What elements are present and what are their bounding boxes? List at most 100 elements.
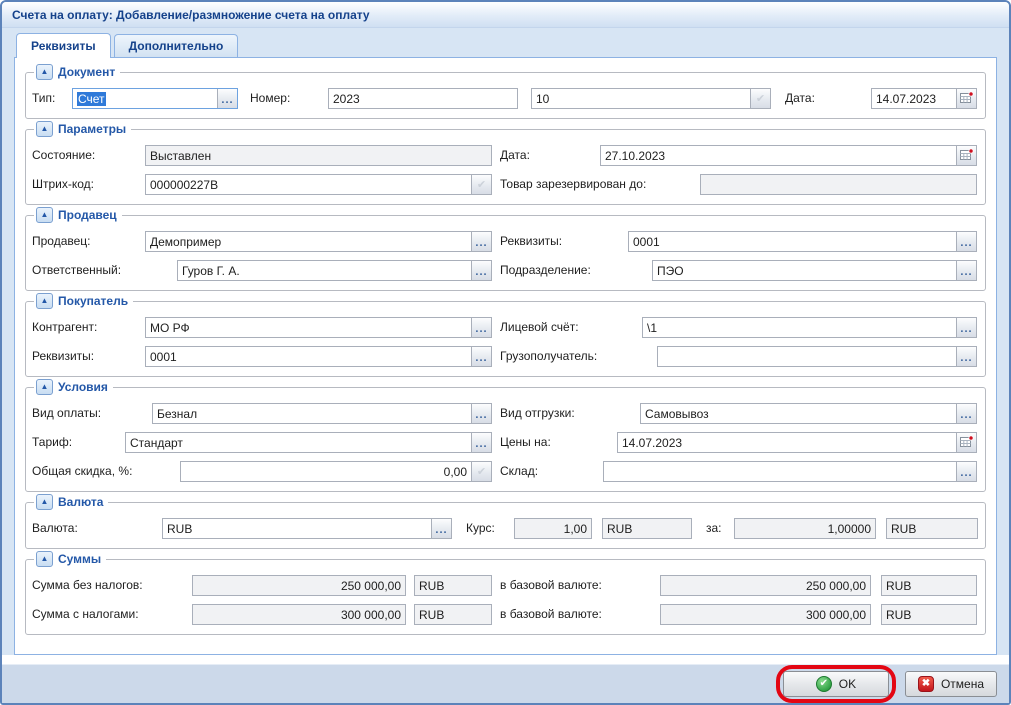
ok-check-icon: ✔ bbox=[816, 676, 832, 692]
payment-type-value: Безнал bbox=[153, 404, 471, 423]
prices-date-label: Цены на: bbox=[500, 435, 617, 449]
rate-field: 1,00 bbox=[514, 518, 592, 539]
consignee-lookup-button[interactable]: ... bbox=[956, 347, 976, 366]
doc-number2-value: 10 bbox=[532, 89, 750, 108]
button-bar: ✔ OK ✖ Отмена bbox=[2, 664, 1009, 703]
discount-apply-button[interactable]: ✔ bbox=[471, 462, 491, 481]
group-seller-legend: Продавец bbox=[58, 208, 117, 222]
tariff-field[interactable]: Стандарт ... bbox=[125, 432, 492, 453]
discount-field[interactable]: 0,00 ✔ bbox=[180, 461, 492, 482]
net-base-value: 250 000,00 bbox=[661, 576, 870, 595]
tariff-lookup-button[interactable]: ... bbox=[471, 433, 491, 452]
gross-base-currency: RUB bbox=[882, 605, 976, 624]
collapse-icon[interactable]: ▲ bbox=[36, 207, 53, 223]
reserved-field bbox=[700, 174, 977, 195]
tab-dopolnitelno[interactable]: Дополнительно bbox=[114, 34, 239, 57]
contragent-lookup-button[interactable]: ... bbox=[471, 318, 491, 337]
group-buyer-legend: Покупатель bbox=[58, 294, 128, 308]
doc-number-value: 2023 bbox=[329, 89, 517, 108]
collapse-icon[interactable]: ▲ bbox=[36, 64, 53, 80]
collapse-icon[interactable]: ▲ bbox=[36, 494, 53, 510]
ellipsis-icon: ... bbox=[475, 269, 487, 275]
currency-field[interactable]: RUB ... bbox=[162, 518, 452, 539]
seller-requisites-lookup-button[interactable]: ... bbox=[956, 232, 976, 251]
params-date-calendar-button[interactable] bbox=[956, 146, 976, 165]
contragent-field[interactable]: МО РФ ... bbox=[145, 317, 492, 338]
account-lookup-button[interactable]: ... bbox=[956, 318, 976, 337]
rate-label: Курс: bbox=[466, 521, 514, 535]
collapse-icon[interactable]: ▲ bbox=[36, 121, 53, 137]
warehouse-field[interactable]: ... bbox=[603, 461, 977, 482]
net-base-label: в базовой валюте: bbox=[500, 578, 660, 592]
ellipsis-icon: ... bbox=[475, 240, 487, 246]
ellipsis-icon: ... bbox=[475, 412, 487, 418]
tab-rekvizity[interactable]: Реквизиты bbox=[16, 33, 111, 58]
net-sum-currency: RUB bbox=[415, 576, 491, 595]
doc-date-calendar-button[interactable] bbox=[956, 89, 976, 108]
account-field[interactable]: \1 ... bbox=[642, 317, 977, 338]
params-date-field[interactable]: 27.10.2023 bbox=[600, 145, 977, 166]
shipment-type-lookup-button[interactable]: ... bbox=[956, 404, 976, 423]
tab-content-panel: ▲ Документ Тип: Счет ... Номер: 2023 10 … bbox=[14, 57, 997, 655]
payment-type-field[interactable]: Безнал ... bbox=[152, 403, 492, 424]
payment-type-lookup-button[interactable]: ... bbox=[471, 404, 491, 423]
consignee-value bbox=[658, 347, 956, 366]
calendar-icon bbox=[959, 435, 974, 449]
barcode-apply-button[interactable]: ✔ bbox=[471, 175, 491, 194]
warehouse-value bbox=[604, 462, 956, 481]
doc-type-lookup-button[interactable]: ... bbox=[217, 89, 237, 108]
gross-sum-currency: RUB bbox=[415, 605, 491, 624]
ellipsis-icon: ... bbox=[960, 240, 972, 246]
buyer-requisites-value: 0001 bbox=[146, 347, 471, 366]
currency-lookup-button[interactable]: ... bbox=[431, 519, 451, 538]
contragent-value: МО РФ bbox=[146, 318, 471, 337]
ellipsis-icon: ... bbox=[435, 527, 447, 533]
prices-date-calendar-button[interactable] bbox=[956, 433, 976, 452]
shipment-type-field[interactable]: Самовывоз ... bbox=[640, 403, 977, 424]
ok-button-label: OK bbox=[839, 677, 856, 691]
currency-value: RUB bbox=[163, 519, 431, 538]
title-bar[interactable]: Счета на оплату: Добавление/размножение … bbox=[2, 2, 1009, 28]
per-currency-value: RUB bbox=[887, 519, 977, 538]
tariff-label: Тариф: bbox=[32, 435, 125, 449]
responsible-lookup-button[interactable]: ... bbox=[471, 261, 491, 280]
division-field[interactable]: ПЭО ... bbox=[652, 260, 977, 281]
net-base-field: 250 000,00 bbox=[660, 575, 871, 596]
buyer-requisites-lookup-button[interactable]: ... bbox=[471, 347, 491, 366]
account-label: Лицевой счёт: bbox=[500, 320, 642, 334]
prices-date-field[interactable]: 14.07.2023 bbox=[617, 432, 977, 453]
cancel-button[interactable]: ✖ Отмена bbox=[905, 671, 997, 697]
collapse-icon[interactable]: ▲ bbox=[36, 551, 53, 567]
net-sum-label: Сумма без налогов: bbox=[32, 578, 192, 592]
check-icon: ✔ bbox=[477, 465, 486, 478]
seller-requisites-field[interactable]: 0001 ... bbox=[628, 231, 977, 252]
seller-field[interactable]: Демопример ... bbox=[145, 231, 492, 252]
collapse-icon[interactable]: ▲ bbox=[36, 293, 53, 309]
doc-number-field[interactable]: 2023 bbox=[328, 88, 518, 109]
shipment-type-value: Самовывоз bbox=[641, 404, 956, 423]
net-sum-currency-field: RUB bbox=[414, 575, 492, 596]
ok-button[interactable]: ✔ OK bbox=[783, 671, 889, 697]
group-document: ▲ Документ Тип: Счет ... Номер: 2023 10 … bbox=[25, 72, 986, 119]
seller-lookup-button[interactable]: ... bbox=[471, 232, 491, 251]
collapse-icon[interactable]: ▲ bbox=[36, 379, 53, 395]
responsible-field[interactable]: Гуров Г. А. ... bbox=[177, 260, 492, 281]
doc-number2-apply-button[interactable]: ✔ bbox=[750, 89, 770, 108]
warehouse-lookup-button[interactable]: ... bbox=[956, 462, 976, 481]
consignee-field[interactable]: ... bbox=[657, 346, 977, 367]
buyer-requisites-field[interactable]: 0001 ... bbox=[145, 346, 492, 367]
group-seller: ▲ Продавец Продавец: Демопример ... Рекв… bbox=[25, 215, 986, 291]
group-currency-legend: Валюта bbox=[58, 495, 103, 509]
reserved-label: Товар зарезервирован до: bbox=[500, 177, 700, 191]
doc-type-field[interactable]: Счет ... bbox=[72, 88, 238, 109]
doc-number2-field[interactable]: 10 ✔ bbox=[531, 88, 771, 109]
doc-date-label: Дата: bbox=[785, 91, 835, 105]
division-lookup-button[interactable]: ... bbox=[956, 261, 976, 280]
doc-date-field[interactable]: 14.07.2023 bbox=[871, 88, 977, 109]
per-field: 1,00000 bbox=[734, 518, 876, 539]
ellipsis-icon: ... bbox=[475, 441, 487, 447]
barcode-field[interactable]: 000000227B ✔ bbox=[145, 174, 492, 195]
net-base-currency: RUB bbox=[882, 576, 976, 595]
cancel-x-icon: ✖ bbox=[918, 676, 934, 692]
params-date-value: 27.10.2023 bbox=[601, 146, 956, 165]
